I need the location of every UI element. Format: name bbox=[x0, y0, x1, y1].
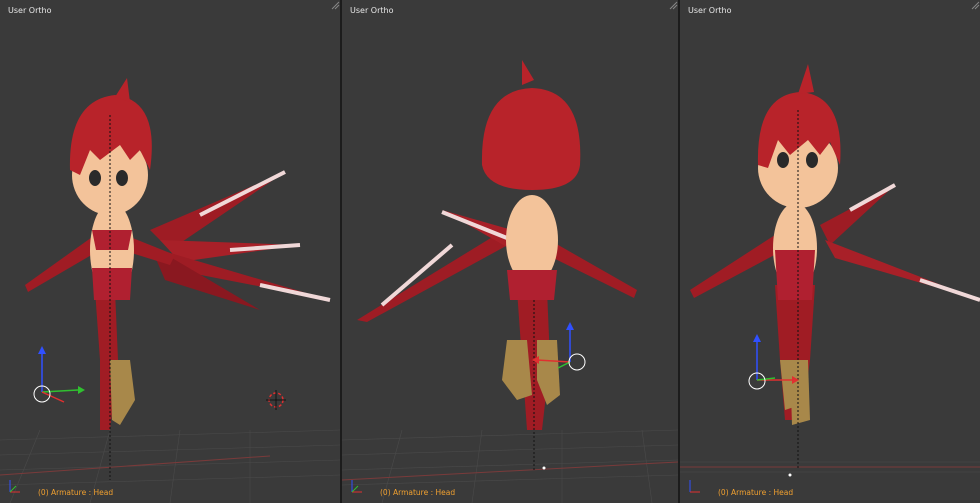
viewport-scene bbox=[0, 78, 340, 503]
axis-indicator-icon bbox=[689, 480, 700, 493]
character-wings bbox=[820, 183, 980, 302]
viewport-title: User Ortho bbox=[350, 6, 394, 15]
character-hair bbox=[481, 88, 581, 190]
viewport-status: (0) Armature : Head bbox=[718, 488, 794, 497]
x-axis-line bbox=[0, 455, 271, 476]
corner-split-widget-icon[interactable] bbox=[970, 0, 980, 10]
character-wings bbox=[150, 170, 331, 310]
axis-indicator-icon bbox=[351, 480, 362, 493]
viewport-front[interactable]: User Ortho (0) Armature : Head bbox=[680, 0, 980, 503]
viewport-area: User Ortho (0) Armature : Head User Orth… bbox=[0, 0, 980, 503]
viewport-back[interactable]: User Ortho (0) Armature : Head bbox=[342, 0, 678, 503]
viewport-scene bbox=[680, 64, 980, 493]
viewport-front-3-4[interactable]: User Ortho (0) Armature : Head bbox=[0, 0, 340, 503]
transform-gizmo-icon[interactable] bbox=[33, 346, 85, 403]
viewport-status: (0) Armature : Head bbox=[38, 488, 114, 497]
viewport-title: User Ortho bbox=[688, 6, 732, 15]
viewport-scene bbox=[342, 60, 678, 503]
character-boots bbox=[502, 340, 532, 400]
character-wings bbox=[357, 210, 517, 322]
corner-split-widget-icon[interactable] bbox=[668, 0, 678, 10]
character-left-arm bbox=[25, 235, 100, 292]
3d-cursor-icon[interactable] bbox=[266, 390, 286, 410]
viewport-status: (0) Armature : Head bbox=[380, 488, 456, 497]
character-boots bbox=[110, 360, 135, 425]
corner-split-widget-icon[interactable] bbox=[330, 0, 340, 10]
character-left-arm bbox=[690, 235, 780, 298]
viewport-title: User Ortho bbox=[8, 6, 52, 15]
